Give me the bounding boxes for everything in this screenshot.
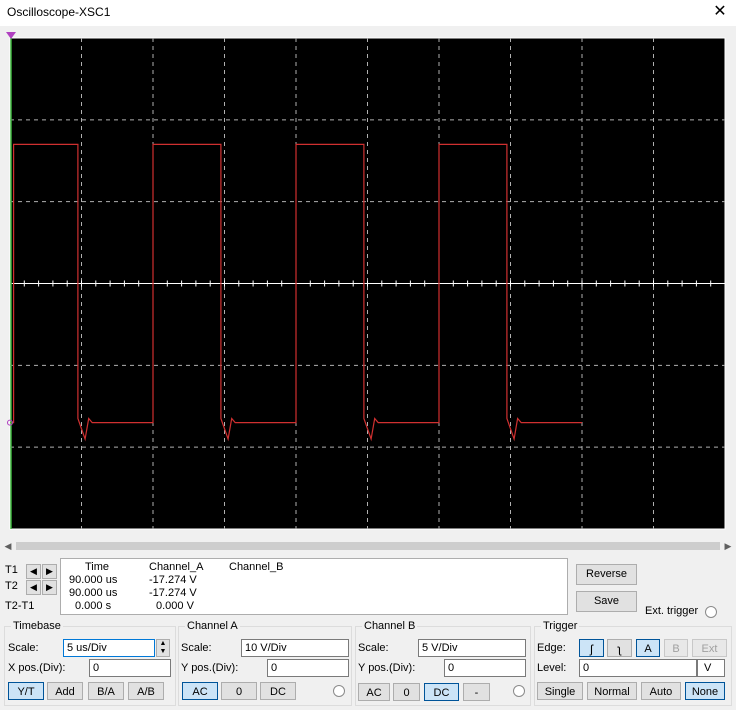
channel-a-scale-label: Scale: (181, 642, 212, 654)
falling-edge-icon[interactable]: ʅ (607, 639, 632, 657)
trigger-group: Trigger Edge: ʃ ʅ A B Ext Level: 0 V Sin… (534, 620, 732, 706)
none-button[interactable]: None (685, 682, 725, 700)
t1-label: T1 (5, 564, 18, 576)
normal-button[interactable]: Normal (587, 682, 637, 700)
t2-right-arrow-icon[interactable]: ▶ (42, 580, 57, 595)
trigger-label: Trigger (541, 620, 580, 632)
scope-display[interactable] (0, 28, 736, 538)
channel-b-minus-button[interactable]: - (463, 683, 490, 701)
channel-b-scale-input[interactable]: 5 V/Div (418, 639, 526, 657)
t1-left-arrow-icon[interactable]: ◀ (26, 564, 41, 579)
title-bar: Oscilloscope-XSC1 ✕ (0, 0, 736, 26)
save-button[interactable]: Save (576, 591, 637, 612)
timebase-scale-label: Scale: (8, 642, 39, 654)
close-icon[interactable]: ✕ (710, 2, 730, 22)
channel-b-radio[interactable] (513, 685, 525, 697)
t2-left-arrow-icon[interactable]: ◀ (26, 580, 41, 595)
readout-table: Time Channel_A Channel_B 90.000 us -17.2… (60, 558, 568, 615)
t1-time: 90.000 us (69, 574, 118, 586)
channel-a-ypos-label: Y pos.(Div): (181, 662, 239, 674)
t2t1-channel-a: 0.000 V (156, 600, 194, 612)
t1-right-arrow-icon[interactable]: ▶ (42, 564, 57, 579)
channel-a-scale-input[interactable]: 10 V/Div (241, 639, 349, 657)
header-time: Time (85, 561, 110, 573)
ab-button[interactable]: A/B (128, 682, 164, 700)
timebase-xpos-label: X pos.(Div): (8, 662, 66, 674)
channel-b-group: Channel B Scale: 5 V/Div Y pos.(Div): 0 … (355, 620, 531, 706)
t1-channel-a: -17.274 V (149, 574, 197, 586)
channel-b-ypos-input[interactable]: 0 (444, 659, 526, 677)
timebase-scale-input[interactable]: 5 us/Div (63, 639, 155, 657)
trigger-level-input[interactable]: 0 (579, 659, 697, 677)
channel-a-dc-button[interactable]: DC (260, 682, 296, 700)
trigger-level-label: Level: (537, 662, 567, 674)
ba-button[interactable]: B/A (88, 682, 124, 700)
header-channel-b: Channel_B (229, 561, 284, 573)
channel-b-zero-button[interactable]: 0 (393, 683, 420, 701)
trigger-edge-label: Edge: (537, 642, 566, 654)
channel-a-group: Channel A Scale: 10 V/Div Y pos.(Div): 0… (178, 620, 352, 706)
t2-label: T2 (5, 580, 18, 592)
oscilloscope-screen[interactable] (0, 28, 736, 538)
horizontal-scrollbar[interactable]: ◀ ▶ (2, 540, 734, 552)
channel-a-ac-button[interactable]: AC (182, 682, 218, 700)
t2-time: 90.000 us (69, 587, 118, 599)
cursor-readout: T1 ◀ ▶ T2 ◀ ▶ T2-T1 Time Channel_A Chann… (0, 556, 736, 618)
ext-trigger-radio[interactable] (705, 606, 717, 618)
scroll-right-icon[interactable]: ▶ (722, 540, 734, 552)
timebase-scale-spinner[interactable]: ▲ ▼ (156, 639, 170, 657)
channel-b-dc-button[interactable]: DC (424, 683, 459, 701)
window-title: Oscilloscope-XSC1 (7, 5, 111, 19)
reverse-button[interactable]: Reverse (576, 564, 637, 585)
channel-a-zero-button[interactable]: 0 (221, 682, 257, 700)
channel-a-radio[interactable] (333, 685, 345, 697)
channel-b-scale-label: Scale: (358, 642, 389, 654)
timebase-label: Timebase (11, 620, 63, 632)
timebase-xpos-input[interactable]: 0 (89, 659, 171, 677)
trigger-source-ext-button[interactable]: Ext (692, 639, 727, 657)
channel-a-ypos-input[interactable]: 0 (267, 659, 349, 677)
t2-channel-a: -17.274 V (149, 587, 197, 599)
scrollbar-thumb[interactable] (16, 542, 720, 550)
timebase-group: Timebase Scale: 5 us/Div ▲ ▼ X pos.(Div):… (4, 620, 176, 706)
single-button[interactable]: Single (537, 682, 583, 700)
yt-button[interactable]: Y/T (8, 682, 44, 700)
channel-b-label: Channel B (362, 620, 418, 632)
auto-button[interactable]: Auto (641, 682, 681, 700)
rising-edge-icon[interactable]: ʃ (579, 639, 604, 657)
channel-a-label: Channel A (185, 620, 240, 632)
t2-t1-label: T2-T1 (5, 600, 35, 612)
channel-b-ypos-label: Y pos.(Div): (358, 662, 416, 674)
t2t1-time: 0.000 s (75, 600, 112, 612)
add-button[interactable]: Add (47, 682, 83, 700)
channel-b-ac-button[interactable]: AC (358, 683, 390, 701)
trigger-level-unit[interactable]: V (697, 659, 725, 677)
header-channel-a: Channel_A (149, 561, 204, 573)
trigger-source-b-button[interactable]: B (664, 639, 688, 657)
trigger-source-a-button[interactable]: A (636, 639, 660, 657)
scroll-left-icon[interactable]: ◀ (2, 540, 14, 552)
ext-trigger-label: Ext. trigger (645, 605, 699, 617)
